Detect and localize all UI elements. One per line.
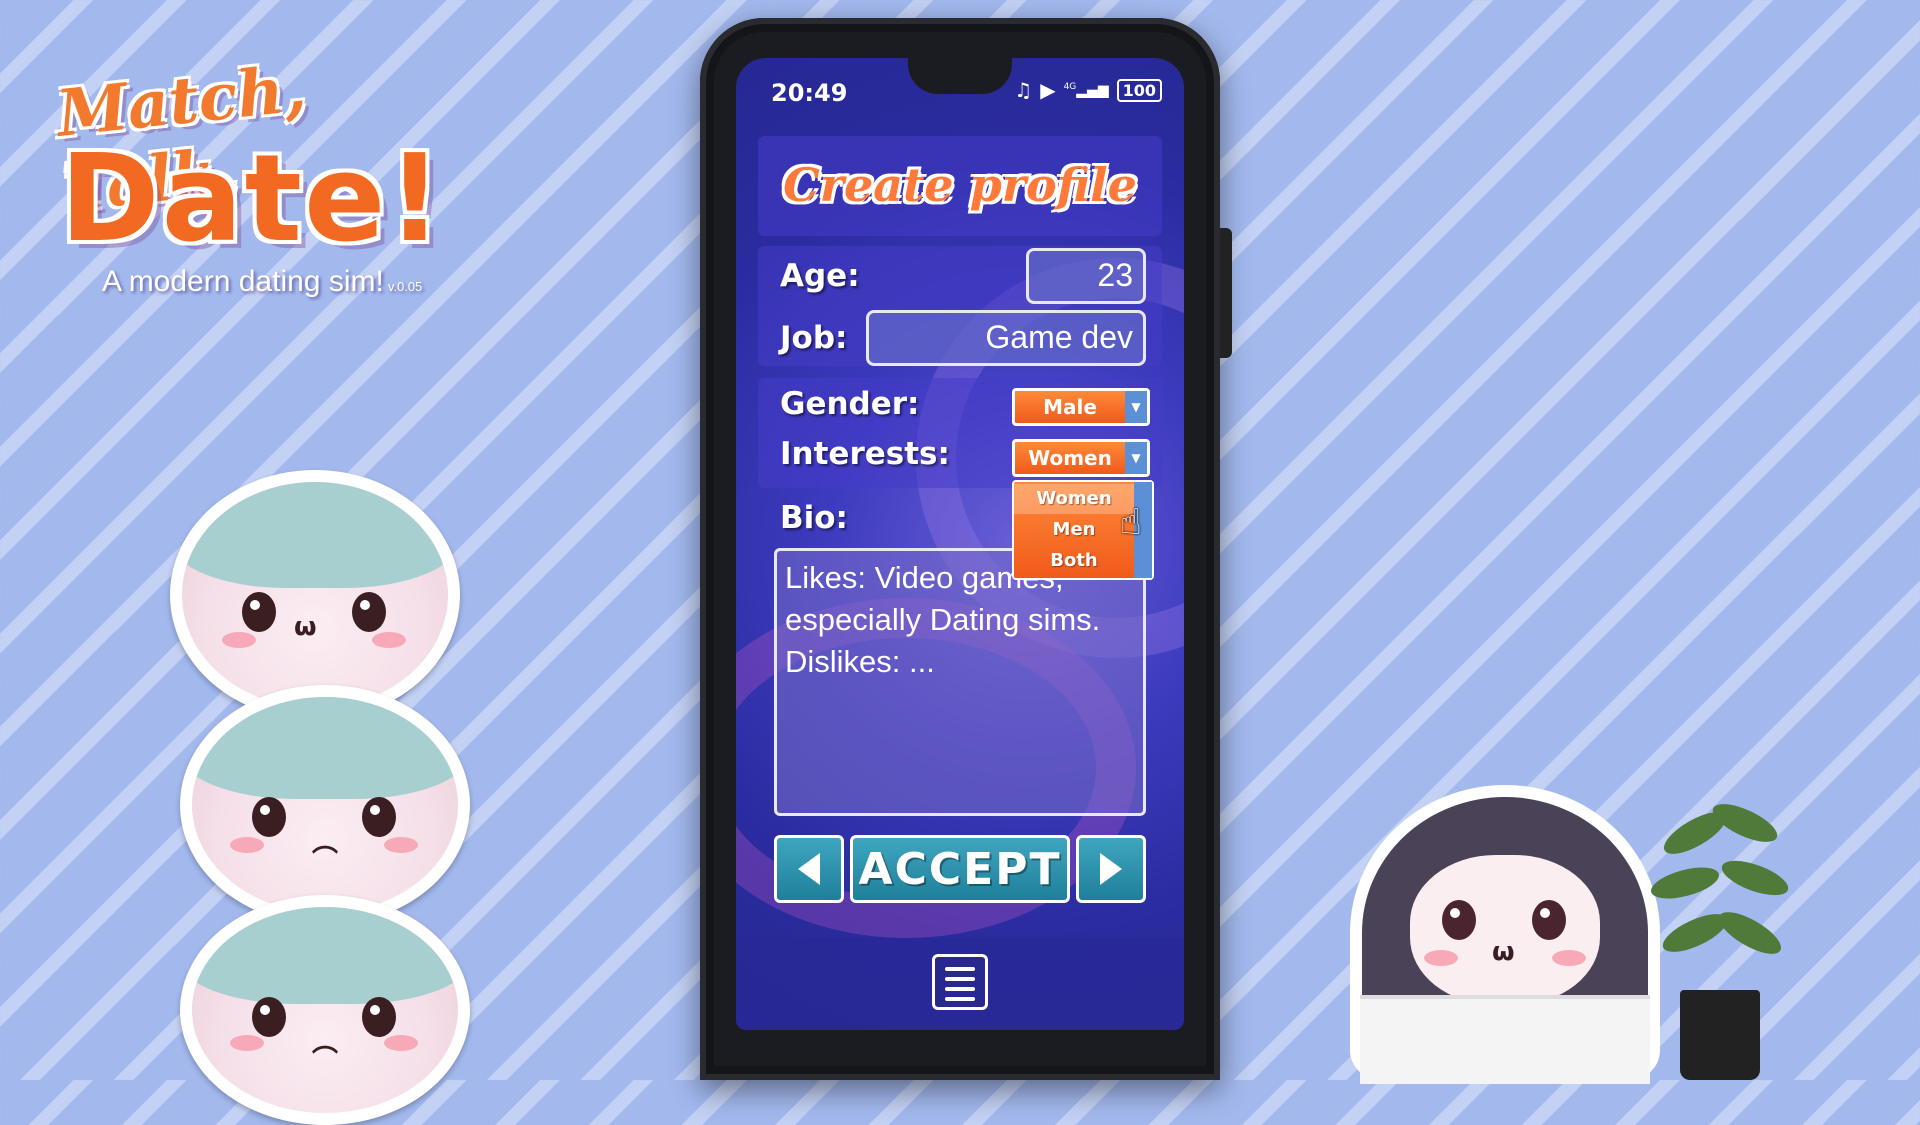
- girl-mouth: ω: [1492, 937, 1515, 967]
- bio-textarea[interactable]: Likes: Video games, especially Dating si…: [774, 548, 1146, 816]
- game-logo: Match, Talk, Date! A modern dating sim! v…: [40, 51, 480, 305]
- accept-button[interactable]: ACCEPT: [850, 835, 1070, 903]
- blob-sticker-happy: ω: [170, 470, 460, 720]
- interests-option-men[interactable]: Men: [1014, 515, 1134, 545]
- girl-eye-right: [1532, 900, 1566, 940]
- blob-mouth: ω: [294, 612, 317, 642]
- girl-blush-left: [1424, 950, 1458, 966]
- arrow-right-icon: [1100, 853, 1122, 885]
- status-bar: 20:49 ♫ ▶ 4G▂▄▆ 100: [736, 58, 1184, 118]
- battery-icon: 100: [1116, 78, 1162, 102]
- blob-cap: [182, 482, 448, 589]
- menu-line: [945, 997, 975, 1001]
- accept-label: ACCEPT: [858, 843, 1062, 895]
- blob-eye-left: [252, 997, 286, 1037]
- logo-subtitle-text: A modern dating sim!: [102, 265, 384, 298]
- girl-blush-right: [1552, 950, 1586, 966]
- phone-screen: 20:49 ♫ ▶ 4G▂▄▆ 100 Create profile Age: …: [736, 58, 1184, 1030]
- blob-blush-right: [372, 632, 406, 648]
- blob-mouth: ︵: [312, 1028, 339, 1058]
- blob-eye-right: [362, 797, 396, 837]
- blob-eye-right: [362, 997, 396, 1037]
- gender-select-value: Male: [1043, 395, 1097, 419]
- blob-blush-right: [384, 1035, 418, 1051]
- interests-label: Interests:: [780, 436, 950, 472]
- girl-eye-left: [1442, 900, 1476, 940]
- blob-blush-left: [230, 837, 264, 853]
- chevron-down-icon[interactable]: ▼: [1125, 442, 1147, 474]
- leaf: [1717, 853, 1793, 903]
- signal-icon: 4G▂▄▆: [1063, 81, 1109, 99]
- leaf: [1647, 861, 1723, 905]
- forward-button[interactable]: [1076, 835, 1146, 903]
- plant-sticker: [1640, 790, 1800, 1080]
- blob-angry: ︵: [192, 907, 458, 1113]
- blob-happy: ω: [182, 482, 448, 708]
- status-icons: ♫ ▶ 4G▂▄▆ 100: [1014, 78, 1162, 102]
- job-field[interactable]: Game dev: [866, 310, 1146, 366]
- age-field[interactable]: 23: [1026, 248, 1146, 304]
- logo-subtitle: A modern dating sim! v.0.05: [102, 265, 422, 299]
- interests-select-value: Women: [1028, 446, 1112, 470]
- bio-label: Bio:: [780, 500, 848, 536]
- blob-blush-left: [230, 1035, 264, 1051]
- phone-side-button: [1220, 228, 1232, 358]
- leaf: [1713, 904, 1787, 962]
- girl-sticker: ω: [1350, 785, 1660, 1084]
- interests-select[interactable]: Women ▼: [1012, 439, 1150, 477]
- menu-line: [945, 967, 975, 971]
- hand-cursor-icon: ☝: [1120, 502, 1142, 543]
- play-icon: ▶: [1040, 78, 1056, 102]
- plant-pot: [1680, 990, 1760, 1080]
- menu-icon[interactable]: [932, 954, 988, 1010]
- interests-option-women[interactable]: Women: [1014, 484, 1134, 514]
- blob-blush-right: [384, 837, 418, 853]
- blob-sad: ︵: [192, 697, 458, 913]
- blob-eye-right: [352, 592, 386, 632]
- arrow-left-icon: [798, 853, 820, 885]
- blob-sticker-angry: ︵: [180, 895, 470, 1125]
- logo-line2: Date!: [60, 130, 445, 269]
- menu-line: [945, 987, 975, 991]
- interests-option-both[interactable]: Both: [1014, 546, 1134, 576]
- interests-dropdown[interactable]: Women Men Both ☝: [1012, 480, 1154, 580]
- music-off-icon: ♫: [1014, 78, 1033, 102]
- book: [1360, 995, 1650, 1084]
- chevron-down-icon[interactable]: ▼: [1125, 391, 1147, 423]
- blob-blush-left: [222, 632, 256, 648]
- blob-sticker-sad: ︵: [180, 685, 470, 925]
- page-title: Create profile: [783, 158, 1137, 212]
- status-time: 20:49: [771, 79, 848, 107]
- gender-label: Gender:: [780, 386, 920, 422]
- blob-eye-left: [242, 592, 276, 632]
- age-label: Age:: [780, 258, 860, 294]
- network-type: 4G: [1063, 81, 1077, 92]
- title-card: Create profile: [758, 136, 1162, 236]
- blob-cap: [192, 907, 458, 1004]
- logo-version: v.0.05: [387, 279, 423, 294]
- gender-select[interactable]: Male ▼: [1012, 388, 1150, 426]
- blob-cap: [192, 697, 458, 799]
- bottom-bar: [736, 938, 1184, 1030]
- girl-face: ω: [1410, 855, 1600, 1005]
- camera-notch: [908, 58, 1012, 94]
- menu-line: [945, 977, 975, 981]
- blob-eye-left: [252, 797, 286, 837]
- back-button[interactable]: [774, 835, 844, 903]
- job-label: Job:: [780, 320, 848, 356]
- blob-mouth: ︵: [312, 828, 339, 858]
- phone: 20:49 ♫ ▶ 4G▂▄▆ 100 Create profile Age: …: [700, 18, 1232, 1080]
